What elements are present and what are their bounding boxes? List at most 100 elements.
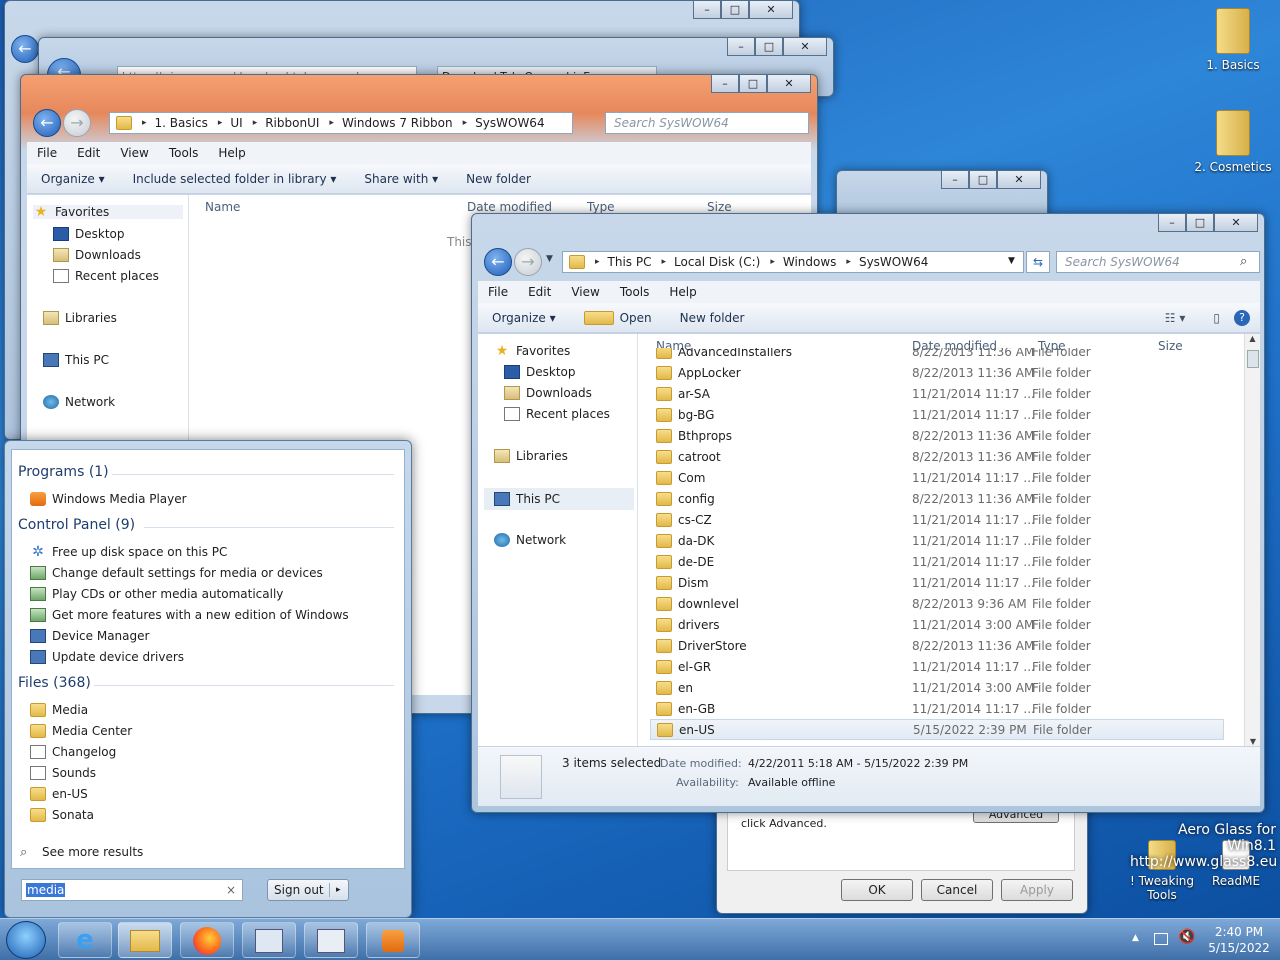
- result-file[interactable]: Sonata: [30, 808, 94, 822]
- address-bar[interactable]: ▸ 1. Basics ▸ UI ▸ RibbonUI ▸ Windows 7 Ribb…: [109, 112, 573, 134]
- table-row[interactable]: catroot 8/22/2013 11:36 AM File folder: [650, 446, 1142, 467]
- scroll-up-icon[interactable]: ▲: [1245, 334, 1260, 343]
- column-date-modified[interactable]: Date modified: [467, 200, 587, 214]
- back-button[interactable]: ←: [484, 248, 512, 276]
- nav-network[interactable]: Network: [43, 395, 115, 409]
- result-windows-media-player[interactable]: Windows Media Player: [30, 492, 187, 506]
- result-default-media-settings[interactable]: Change default settings for media or dev…: [30, 566, 323, 580]
- table-row[interactable]: da-DK 11/21/2014 11:17 ... File folder: [650, 530, 1142, 551]
- show-hidden-icons[interactable]: ▲: [1132, 933, 1139, 943]
- clear-search-icon[interactable]: ×: [226, 883, 236, 897]
- maximize-button[interactable]: □: [969, 171, 997, 189]
- taskbar-media-player[interactable]: [366, 922, 420, 958]
- result-play-cds[interactable]: Play CDs or other media automatically: [30, 587, 283, 601]
- view-options-icon[interactable]: ☷ ▾: [1151, 311, 1200, 325]
- table-row[interactable]: DriverStore 8/22/2013 11:36 AM File folder: [650, 635, 1142, 656]
- forward-button[interactable]: →: [514, 248, 542, 276]
- breadcrumb-item[interactable]: Local Disk (C:): [674, 255, 760, 269]
- maximize-button[interactable]: □: [721, 1, 749, 19]
- control-panel-heading[interactable]: Control Panel (9): [18, 517, 135, 533]
- table-row[interactable]: downlevel 8/22/2013 9:36 AM File folder: [650, 593, 1142, 614]
- table-row[interactable]: AdvancedInstallers 8/22/2013 11:36 AM File…: [650, 348, 1142, 362]
- refresh-button[interactable]: ⇆: [1026, 251, 1050, 273]
- table-row[interactable]: ar-SA 11/21/2014 11:17 ... File folder: [650, 383, 1142, 404]
- close-button[interactable]: ✕: [783, 38, 827, 56]
- chevron-right-icon[interactable]: ▸: [330, 885, 341, 895]
- breadcrumb-item[interactable]: Windows: [783, 255, 837, 269]
- nav-network[interactable]: Network: [494, 533, 566, 547]
- result-file[interactable]: Sounds: [30, 766, 96, 780]
- nav-libraries[interactable]: Libraries: [494, 449, 568, 463]
- result-free-disk-space[interactable]: ✲ Free up disk space on this PC: [30, 545, 227, 559]
- new-folder-button[interactable]: New folder: [666, 311, 759, 325]
- table-row[interactable]: cs-CZ 11/21/2014 11:17 ... File folder: [650, 509, 1142, 530]
- close-button[interactable]: ✕: [749, 1, 793, 19]
- result-device-manager[interactable]: Device Manager: [30, 629, 149, 643]
- minimize-button[interactable]: –: [1158, 214, 1186, 232]
- organize-button[interactable]: Organize ▾: [478, 311, 570, 325]
- taskbar-firefox[interactable]: [180, 922, 234, 958]
- nav-recent-places[interactable]: Recent places: [53, 269, 159, 283]
- result-file[interactable]: en-US: [30, 787, 88, 801]
- new-folder-button[interactable]: New folder: [452, 172, 545, 186]
- close-button[interactable]: ✕: [1214, 214, 1258, 232]
- cancel-button[interactable]: Cancel: [921, 879, 993, 901]
- table-row[interactable]: Bthprops 8/22/2013 11:36 AM File folder: [650, 425, 1142, 446]
- files-heading[interactable]: Files (368): [18, 675, 91, 691]
- breadcrumb-item[interactable]: SysWOW64: [859, 255, 928, 269]
- table-row-selected[interactable]: en-US 5/15/2022 2:39 PM File folder: [650, 719, 1224, 740]
- column-name[interactable]: Name: [205, 200, 467, 214]
- nav-this-pc[interactable]: This PC: [484, 488, 634, 510]
- breadcrumb-item[interactable]: 1. Basics: [155, 116, 208, 130]
- explorer-window-front[interactable]: – □ ✕ ← → ▼ ▸ This PC ▸ Local Disk (C:) ▸ W…: [471, 213, 1265, 813]
- table-row[interactable]: Dism 11/21/2014 11:17 ... File folder: [650, 572, 1142, 593]
- result-file[interactable]: Changelog: [30, 745, 116, 759]
- nav-libraries[interactable]: Libraries: [43, 311, 117, 325]
- result-file[interactable]: Media Center: [30, 724, 132, 738]
- sign-out-button[interactable]: Sign out ▸: [267, 879, 349, 901]
- minimize-button[interactable]: –: [711, 75, 739, 93]
- table-row[interactable]: drivers 11/21/2014 3:00 AM File folder: [650, 614, 1142, 635]
- menu-file[interactable]: File: [478, 285, 518, 299]
- search-input[interactable]: Search SysWOW64: [605, 112, 809, 134]
- taskbar-program[interactable]: [304, 922, 358, 958]
- nav-recent-places[interactable]: Recent places: [504, 407, 610, 421]
- menu-view[interactable]: View: [561, 285, 609, 299]
- breadcrumb-item[interactable]: RibbonUI: [265, 116, 319, 130]
- nav-this-pc[interactable]: This PC: [43, 353, 109, 367]
- network-tray-icon[interactable]: [1154, 933, 1168, 945]
- close-button[interactable]: ✕: [997, 171, 1041, 189]
- preview-pane-icon[interactable]: ▯: [1199, 311, 1234, 325]
- breadcrumb-item[interactable]: UI: [230, 116, 242, 130]
- column-type[interactable]: Type: [587, 200, 707, 214]
- breadcrumb-item[interactable]: Windows 7 Ribbon: [342, 116, 453, 130]
- volume-muted-icon[interactable]: 🔇: [1178, 929, 1195, 945]
- table-row[interactable]: AppLocker 8/22/2013 11:36 AM File folder: [650, 362, 1142, 383]
- minimize-button[interactable]: –: [941, 171, 969, 189]
- menu-tools[interactable]: Tools: [159, 146, 209, 160]
- menu-help[interactable]: Help: [208, 146, 255, 160]
- table-row[interactable]: en-GB 11/21/2014 11:17 ... File folder: [650, 698, 1142, 719]
- start-button[interactable]: [6, 921, 46, 959]
- file-list[interactable]: Name Date modified Type Size AdvancedIns…: [638, 334, 1260, 746]
- clock[interactable]: 2:40 PM 5/15/2022: [1204, 924, 1274, 956]
- minimize-button[interactable]: –: [693, 1, 721, 19]
- taskbar-control-panel[interactable]: [242, 922, 296, 958]
- nav-desktop[interactable]: Desktop: [53, 227, 125, 241]
- menu-view[interactable]: View: [110, 146, 158, 160]
- start-search-input[interactable]: media ×: [21, 879, 243, 901]
- address-bar[interactable]: ▸ This PC ▸ Local Disk (C:) ▸ Windows ▸ SysW…: [562, 251, 1024, 273]
- menu-edit[interactable]: Edit: [518, 285, 561, 299]
- share-with-button[interactable]: Share with ▾: [350, 172, 452, 186]
- result-update-drivers[interactable]: Update device drivers: [30, 650, 184, 664]
- nav-downloads[interactable]: Downloads: [53, 248, 141, 262]
- see-more-results[interactable]: ⌕ See more results: [20, 845, 143, 860]
- taskbar-internet-explorer[interactable]: e: [58, 922, 112, 958]
- breadcrumb-item[interactable]: This PC: [608, 255, 652, 269]
- nav-desktop[interactable]: Desktop: [504, 365, 576, 379]
- nav-downloads[interactable]: Downloads: [504, 386, 592, 400]
- table-row[interactable]: en 11/21/2014 3:00 AM File folder: [650, 677, 1142, 698]
- desktop-icon-cosmetics[interactable]: 2. Cosmetics: [1193, 110, 1273, 174]
- breadcrumb-item[interactable]: SysWOW64: [475, 116, 544, 130]
- back-button[interactable]: ←: [11, 35, 39, 63]
